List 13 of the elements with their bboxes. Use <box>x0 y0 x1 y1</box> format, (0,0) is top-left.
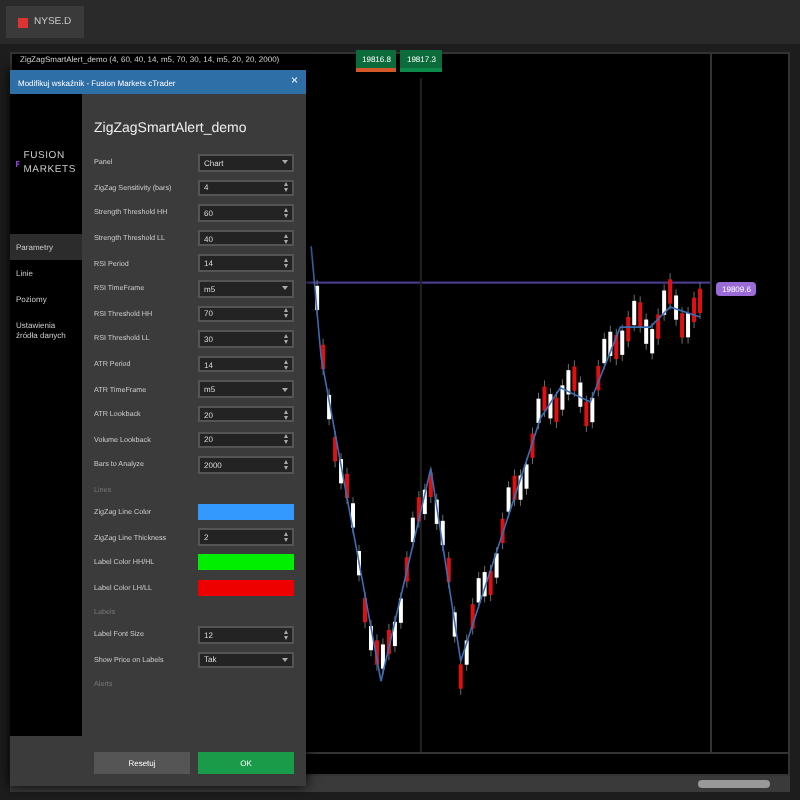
color-swatch[interactable] <box>198 553 294 571</box>
scrollbar-thumb[interactable] <box>698 780 770 788</box>
candle <box>327 388 332 426</box>
candle <box>452 605 457 644</box>
color-swatch[interactable] <box>198 579 294 597</box>
caret-icon <box>282 286 288 291</box>
caret-icon <box>282 387 288 392</box>
color-swatch[interactable] <box>198 503 294 521</box>
caret-icon <box>282 160 288 165</box>
candle <box>321 338 326 376</box>
chart-icon <box>18 17 28 27</box>
caret-icon <box>282 657 288 662</box>
candle <box>315 279 320 317</box>
